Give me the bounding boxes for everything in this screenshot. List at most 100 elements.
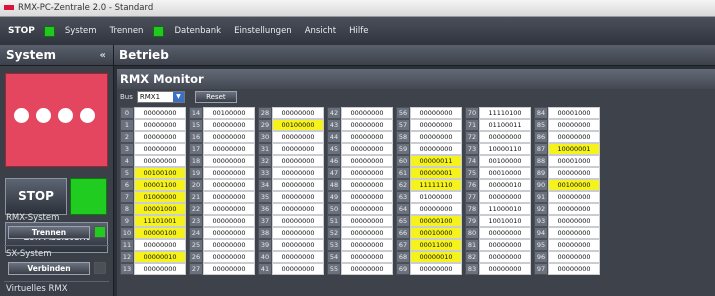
address-cell: 68: [396, 251, 410, 263]
address-cell: 30: [258, 131, 272, 143]
address-cell: 6: [120, 179, 134, 191]
menu-hilfe[interactable]: Hilfe: [346, 26, 371, 36]
reset-button[interactable]: Reset: [194, 91, 237, 103]
value-cell: 00000000: [479, 227, 531, 239]
address-cell: 42: [327, 107, 341, 119]
sidebar-title: System: [6, 48, 56, 62]
address-cell: 80: [465, 227, 479, 239]
value-cell: 00000000: [548, 263, 600, 275]
divider: [4, 245, 109, 246]
value-cell: 00000000: [272, 239, 324, 251]
system-sidebar: System « STOP Lok-Assistent RMX-System T…: [0, 45, 113, 296]
main-area: Betrieb RMX Monitor Bus RMX1 ▼ Reset 0 00…: [113, 45, 715, 296]
window-title: RMX-PC-Zentrale 2.0 - Standard: [18, 3, 154, 13]
value-cell: 00000000: [134, 131, 186, 143]
value-cell: 00000000: [134, 155, 186, 167]
address-cell: 87: [534, 143, 548, 155]
app-icon: [4, 5, 14, 10]
menu-stop-button[interactable]: STOP: [8, 26, 35, 36]
address-cell: 20: [189, 179, 203, 191]
rmx-trennen-button[interactable]: Trennen: [8, 226, 90, 239]
address-cell: 71: [465, 119, 479, 131]
address-cell: 97: [534, 263, 548, 275]
address-cell: 4: [120, 155, 134, 167]
value-cell: 00000000: [341, 239, 393, 251]
sx-verbinden-button[interactable]: Verbinden: [8, 262, 90, 275]
value-cell: 10000110: [479, 143, 531, 155]
address-cell: 76: [465, 179, 479, 191]
bus-label: Bus: [120, 93, 133, 101]
value-cell: 00000000: [548, 203, 600, 215]
address-cell: 52: [327, 227, 341, 239]
value-cell: 00000010: [410, 251, 462, 263]
address-cell: 23: [189, 215, 203, 227]
value-cell: 10010010: [479, 215, 531, 227]
address-cell: 10: [120, 227, 134, 239]
address-cell: 33: [258, 167, 272, 179]
address-cell: 5: [120, 167, 134, 179]
led-icon: [36, 108, 51, 123]
address-cell: 66: [396, 227, 410, 239]
address-cell: 19: [189, 167, 203, 179]
go-button[interactable]: [70, 178, 107, 215]
menu-datenbank[interactable]: Datenbank: [171, 26, 224, 36]
value-cell: 00000000: [341, 143, 393, 155]
value-cell: 11000010: [479, 203, 531, 215]
value-cell: 00000000: [341, 119, 393, 131]
address-cell: 39: [258, 239, 272, 251]
bus-select[interactable]: RMX1 ▼: [136, 91, 185, 103]
value-cell: 00000000: [479, 191, 531, 203]
value-cell: 00000000: [341, 107, 393, 119]
address-cell: 92: [534, 203, 548, 215]
value-cell: 00000000: [272, 263, 324, 275]
value-cell: 00000000: [203, 191, 255, 203]
value-cell: 00000000: [203, 203, 255, 215]
address-cell: 91: [534, 191, 548, 203]
address-cell: 72: [465, 131, 479, 143]
address-cell: 57: [396, 119, 410, 131]
menu-ansicht[interactable]: Ansicht: [302, 26, 339, 36]
address-cell: 61: [396, 167, 410, 179]
value-cell: 10000001: [548, 143, 600, 155]
value-cell: 00000000: [272, 107, 324, 119]
rmx-status-icon: [94, 226, 106, 238]
address-cell: 2: [120, 131, 134, 143]
menu-trennen[interactable]: Trennen: [107, 26, 147, 36]
value-cell: 00000000: [548, 227, 600, 239]
status-leds: [14, 108, 95, 123]
menu-einstellungen[interactable]: Einstellungen: [231, 26, 295, 36]
value-cell: 00001000: [548, 107, 600, 119]
value-cell: 00000000: [134, 119, 186, 131]
address-cell: 21: [189, 191, 203, 203]
address-cell: 79: [465, 215, 479, 227]
value-cell: 00000000: [203, 227, 255, 239]
value-cell: 00000000: [341, 179, 393, 191]
address-cell: 1: [120, 119, 134, 131]
collapse-icon[interactable]: «: [100, 45, 106, 66]
value-cell: 00000000: [203, 215, 255, 227]
rmx-monitor-panel: RMX Monitor Bus RMX1 ▼ Reset 0 00000000 14…: [117, 69, 715, 296]
value-cell: 00000000: [410, 203, 462, 215]
address-cell: 95: [534, 239, 548, 251]
address-cell: 94: [534, 227, 548, 239]
value-cell: 00100000: [548, 179, 600, 191]
led-icon: [58, 108, 73, 123]
window-title-bar: RMX-PC-Zentrale 2.0 - Standard: [0, 0, 715, 17]
address-cell: 44: [327, 131, 341, 143]
value-cell: 00000000: [479, 239, 531, 251]
address-cell: 8: [120, 203, 134, 215]
value-cell: 00000000: [548, 167, 600, 179]
stop-button[interactable]: STOP: [5, 178, 67, 215]
address-cell: 11: [120, 239, 134, 251]
chevron-down-icon[interactable]: ▼: [172, 92, 184, 102]
menu-system[interactable]: System: [62, 26, 100, 36]
value-cell: 00000001: [410, 167, 462, 179]
address-cell: 9: [120, 215, 134, 227]
value-cell: 00001000: [134, 203, 186, 215]
value-cell: 00000000: [272, 143, 324, 155]
value-cell: 11110100: [479, 107, 531, 119]
bus-toolbar: Bus RMX1 ▼ Reset: [117, 89, 715, 105]
value-cell: 00000000: [203, 263, 255, 275]
address-cell: 14: [189, 107, 203, 119]
value-cell: 00000000: [341, 155, 393, 167]
